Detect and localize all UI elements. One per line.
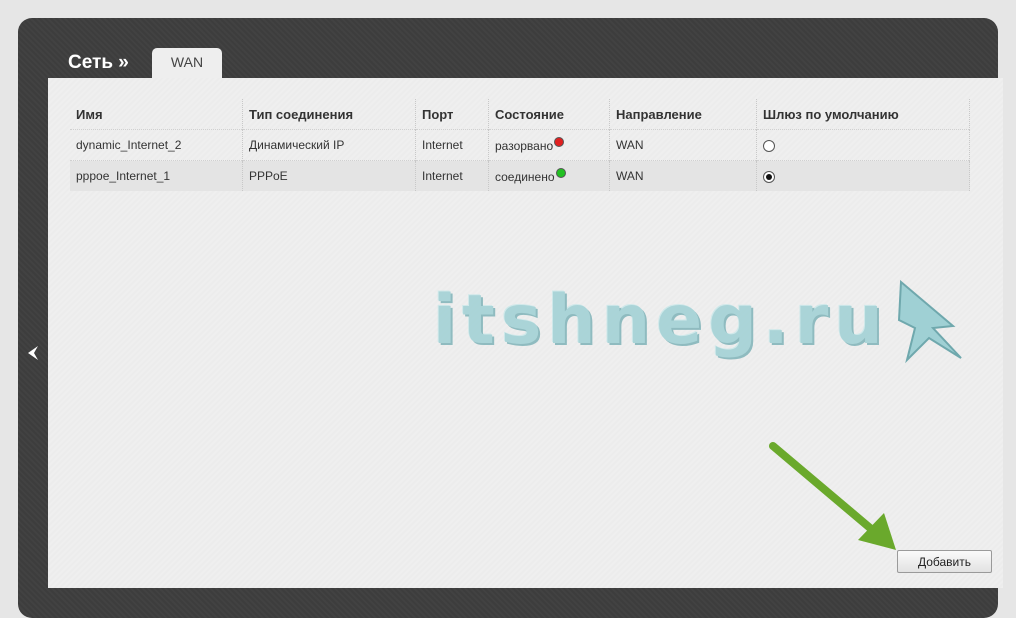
default-gateway-radio[interactable]: [763, 139, 775, 152]
row-type: Динамический IP: [242, 129, 416, 161]
column-header-default-gateway[interactable]: Шлюз по умолчанию: [756, 99, 970, 130]
table-row[interactable]: dynamic_Internet_2 Динамический IP Inter…: [70, 129, 970, 161]
tab-wan[interactable]: WAN: [152, 48, 222, 78]
breadcrumb[interactable]: Сеть »: [68, 52, 129, 74]
column-header-status[interactable]: Состояние: [488, 99, 610, 130]
connections-table: Имя Тип соединения Порт Состояние Направ…: [70, 99, 970, 191]
row-direction: WAN: [609, 129, 757, 161]
row-port: Internet: [415, 160, 489, 191]
table-row[interactable]: pppoe_Internet_1 PPPoE Internet соединен…: [70, 160, 970, 191]
status-indicator-icon: [554, 137, 565, 147]
watermark-text: itshneg.ru: [433, 281, 889, 360]
column-header-port[interactable]: Порт: [415, 99, 489, 130]
watermark-logo-icon: [897, 279, 962, 364]
table-header-row: Имя Тип соединения Порт Состояние Направ…: [70, 99, 970, 130]
add-button[interactable]: Добавить: [897, 550, 992, 573]
row-gateway-cell: [756, 129, 970, 161]
row-gateway-cell: [756, 160, 970, 191]
column-header-direction[interactable]: Направление: [609, 99, 757, 130]
status-indicator-icon: [555, 168, 566, 178]
column-header-name[interactable]: Имя: [70, 99, 243, 130]
row-name[interactable]: dynamic_Internet_2: [70, 129, 243, 161]
watermark: itshneg.ru: [433, 276, 973, 366]
row-port: Internet: [415, 129, 489, 161]
row-name[interactable]: pppoe_Internet_1: [70, 160, 243, 191]
content-panel: Имя Тип соединения Порт Состояние Направ…: [48, 78, 1003, 588]
row-status-cell: разорвано: [488, 129, 610, 161]
row-type: PPPoE: [242, 160, 416, 191]
chevron-left-icon[interactable]: [24, 343, 42, 363]
row-status: соединено: [495, 170, 555, 184]
row-status-cell: соединено: [488, 160, 610, 191]
row-direction: WAN: [609, 160, 757, 191]
default-gateway-radio[interactable]: [763, 170, 775, 183]
row-status: разорвано: [495, 139, 554, 153]
column-header-type[interactable]: Тип соединения: [242, 99, 416, 130]
